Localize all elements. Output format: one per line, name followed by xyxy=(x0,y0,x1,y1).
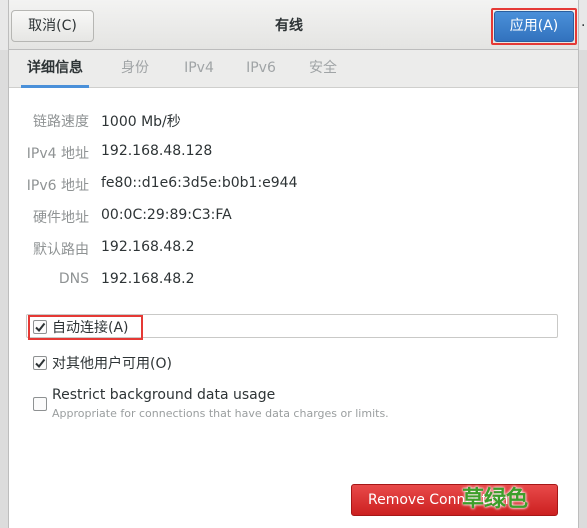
restrict-background-description: Appropriate for connections that have da… xyxy=(52,407,389,420)
detail-label: IPv4 地址 xyxy=(26,146,89,162)
detail-value: 1000 Mb/秒 xyxy=(101,114,181,130)
restrict-background-checkbox[interactable] xyxy=(33,397,47,411)
detail-label: 链路速度 xyxy=(33,114,89,130)
auto-connect-label[interactable]: 自动连接(A) xyxy=(52,317,129,337)
all-users-label[interactable]: 对其他用户可用(O) xyxy=(52,353,172,373)
background-window-right xyxy=(579,50,587,528)
detail-value: fe80::d1e6:3d5e:b0b1:e944 xyxy=(101,175,298,191)
tab-ipv6[interactable]: IPv6 xyxy=(241,50,281,88)
dialog-header: 取消(C) 有线 应用(A) xyxy=(9,0,578,50)
dialog-title: 有线 xyxy=(275,18,303,34)
auto-connect-checkbox[interactable] xyxy=(33,320,47,334)
background-window-left xyxy=(0,50,8,528)
restrict-background-label[interactable]: Restrict background data usage xyxy=(52,387,275,403)
tab-ipv4[interactable]: IPv4 xyxy=(179,50,219,88)
detail-label: DNS xyxy=(58,271,89,287)
tab-bar: 详细信息 身份 IPv4 IPv6 安全 xyxy=(9,50,578,88)
detail-value: 192.168.48.128 xyxy=(101,143,213,159)
wired-settings-dialog: 取消(C) 有线 应用(A) 详细信息 身份 IPv4 IPv6 安全 链路速度… xyxy=(8,0,579,528)
check-icon xyxy=(35,358,46,369)
detail-label: 默认路由 xyxy=(33,242,89,258)
tab-security[interactable]: 安全 xyxy=(303,50,343,88)
cancel-button[interactable]: 取消(C) xyxy=(11,10,94,42)
detail-value: 192.168.48.2 xyxy=(101,239,195,255)
detail-value: 00:0C:29:89:C3:FA xyxy=(101,207,232,223)
detail-label: IPv6 地址 xyxy=(26,178,89,194)
detail-label: 硬件地址 xyxy=(33,210,89,226)
check-icon xyxy=(35,322,46,333)
tab-details[interactable]: 详细信息 xyxy=(21,50,89,88)
tab-identity[interactable]: 身份 xyxy=(115,50,155,88)
apply-button[interactable]: 应用(A) xyxy=(494,11,574,42)
background-window-fragment: . xyxy=(581,14,586,30)
watermark-text: 草绿色 xyxy=(462,487,529,512)
detail-value: 192.168.48.2 xyxy=(101,271,195,287)
all-users-checkbox[interactable] xyxy=(33,356,47,370)
